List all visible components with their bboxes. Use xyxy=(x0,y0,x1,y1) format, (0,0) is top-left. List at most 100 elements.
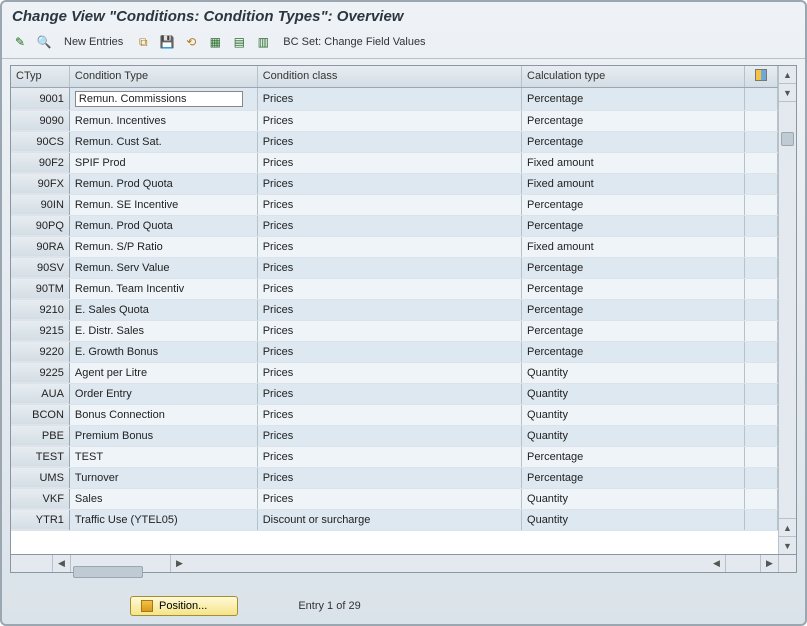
table-row[interactable]: 9210E. Sales QuotaPricesPercentage xyxy=(11,299,778,320)
cell-ctyp[interactable]: 90SV xyxy=(11,257,69,278)
cell-ctyp[interactable]: 9090 xyxy=(11,110,69,131)
table-row[interactable]: 90FXRemun. Prod QuotaPricesFixed amount xyxy=(11,173,778,194)
cell-cond-class[interactable]: Prices xyxy=(257,362,521,383)
cell-calc-type[interactable]: Quantity xyxy=(522,404,745,425)
cell-calc-type[interactable]: Percentage xyxy=(522,278,745,299)
select-block-icon[interactable]: ▤ xyxy=(229,32,249,52)
table-row[interactable]: YTR1Traffic Use (YTEL05)Discount or surc… xyxy=(11,509,778,530)
cell-ctyp[interactable]: VKF xyxy=(11,488,69,509)
cell-calc-type[interactable]: Percentage xyxy=(522,341,745,362)
table-row[interactable]: 90RARemun. S/P RatioPricesFixed amount xyxy=(11,236,778,257)
cell-calc-type[interactable]: Percentage xyxy=(522,131,745,152)
scroll-down-step-icon[interactable]: ▼ xyxy=(779,84,796,102)
table-row[interactable]: 90F2SPIF ProdPricesFixed amount xyxy=(11,152,778,173)
cell-cond-class[interactable]: Prices xyxy=(257,383,521,404)
hscroll-left-icon[interactable]: ◀ xyxy=(53,555,71,572)
cell-cond-class[interactable]: Prices xyxy=(257,87,521,110)
cell-cond-type[interactable]: Turnover xyxy=(69,467,257,488)
cell-cond-type[interactable]: Bonus Connection xyxy=(69,404,257,425)
table-row[interactable]: 90CSRemun. Cust Sat.PricesPercentage xyxy=(11,131,778,152)
cell-cond-type[interactable]: E. Distr. Sales xyxy=(69,320,257,341)
cell-cond-class[interactable]: Prices xyxy=(257,467,521,488)
table-row[interactable]: TESTTESTPricesPercentage xyxy=(11,446,778,467)
cell-calc-type[interactable]: Fixed amount xyxy=(522,173,745,194)
cell-cond-class[interactable]: Prices xyxy=(257,110,521,131)
table-row[interactable]: 90PQRemun. Prod QuotaPricesPercentage xyxy=(11,215,778,236)
hscroll2-left-icon[interactable]: ◀ xyxy=(708,555,726,572)
cell-calc-type[interactable]: Percentage xyxy=(522,446,745,467)
cell-cond-class[interactable]: Prices xyxy=(257,131,521,152)
cell-cond-type[interactable]: E. Growth Bonus xyxy=(69,341,257,362)
deselect-all-icon[interactable]: ▥ xyxy=(253,32,273,52)
scroll-thumb[interactable] xyxy=(781,132,794,146)
cell-ctyp[interactable]: TEST xyxy=(11,446,69,467)
cell-ctyp[interactable]: 90RA xyxy=(11,236,69,257)
cell-calc-type[interactable]: Fixed amount xyxy=(522,152,745,173)
cell-ctyp[interactable]: 9001 xyxy=(11,87,69,110)
scroll-down-icon[interactable]: ▼ xyxy=(779,536,796,554)
cell-cond-type[interactable]: Agent per Litre xyxy=(69,362,257,383)
hscroll-right-icon[interactable]: ▶ xyxy=(170,555,188,572)
table-row[interactable]: AUAOrder EntryPricesQuantity xyxy=(11,383,778,404)
cell-cond-type[interactable]: Traffic Use (YTEL05) xyxy=(69,509,257,530)
configure-columns-button[interactable] xyxy=(744,66,777,87)
cell-cond-class[interactable]: Prices xyxy=(257,278,521,299)
cell-ctyp[interactable]: 90FX xyxy=(11,173,69,194)
position-button[interactable]: Position... xyxy=(130,596,238,616)
cell-cond-type[interactable]: Order Entry xyxy=(69,383,257,404)
cell-ctyp[interactable]: 90TM xyxy=(11,278,69,299)
col-ctyp[interactable]: CTyp xyxy=(11,66,69,87)
table-row[interactable]: BCONBonus ConnectionPricesQuantity xyxy=(11,404,778,425)
cell-ctyp[interactable]: 90F2 xyxy=(11,152,69,173)
cell-cond-type[interactable]: SPIF Prod xyxy=(69,152,257,173)
cell-ctyp[interactable]: 90IN xyxy=(11,194,69,215)
cell-calc-type[interactable]: Percentage xyxy=(522,110,745,131)
cell-ctyp[interactable]: 9225 xyxy=(11,362,69,383)
cell-calc-type[interactable]: Percentage xyxy=(522,257,745,278)
cell-cond-class[interactable]: Prices xyxy=(257,320,521,341)
cell-cond-class[interactable]: Prices xyxy=(257,404,521,425)
col-cond-class[interactable]: Condition class xyxy=(257,66,521,87)
cell-calc-type[interactable]: Quantity xyxy=(522,362,745,383)
cell-calc-type[interactable]: Fixed amount xyxy=(522,236,745,257)
cell-ctyp[interactable]: 90CS xyxy=(11,131,69,152)
table-row[interactable]: 9001Remun. CommissionsPricesPercentage xyxy=(11,87,778,110)
table-row[interactable]: 9090Remun. IncentivesPricesPercentage xyxy=(11,110,778,131)
cell-cond-class[interactable]: Prices xyxy=(257,446,521,467)
cell-calc-type[interactable]: Percentage xyxy=(522,320,745,341)
cell-cond-type[interactable]: Premium Bonus xyxy=(69,425,257,446)
cell-cond-class[interactable]: Prices xyxy=(257,341,521,362)
table-row[interactable]: PBEPremium BonusPricesQuantity xyxy=(11,425,778,446)
cell-ctyp[interactable]: AUA xyxy=(11,383,69,404)
cell-ctyp[interactable]: 9220 xyxy=(11,341,69,362)
cell-cond-class[interactable]: Prices xyxy=(257,299,521,320)
scroll-up-icon[interactable]: ▲ xyxy=(779,66,796,84)
copy-icon[interactable]: ⧉ xyxy=(133,32,153,52)
undo-icon[interactable]: ⟲ xyxy=(181,32,201,52)
table-row[interactable]: 90INRemun. SE IncentivePricesPercentage xyxy=(11,194,778,215)
hscroll2-right-icon[interactable]: ▶ xyxy=(760,555,778,572)
table-row[interactable]: UMSTurnoverPricesPercentage xyxy=(11,467,778,488)
cell-ctyp[interactable]: 9210 xyxy=(11,299,69,320)
scroll-track[interactable] xyxy=(779,102,796,518)
cell-cond-type[interactable]: Remun. Serv Value xyxy=(69,257,257,278)
detail-icon[interactable]: 🔍 xyxy=(34,32,54,52)
cell-cond-class[interactable]: Prices xyxy=(257,215,521,236)
cell-calc-type[interactable]: Percentage xyxy=(522,215,745,236)
cell-calc-type[interactable]: Percentage xyxy=(522,194,745,215)
table-row[interactable]: 9215E. Distr. SalesPricesPercentage xyxy=(11,320,778,341)
table-row[interactable]: 90SVRemun. Serv ValuePricesPercentage xyxy=(11,257,778,278)
select-all-icon[interactable]: ▦ xyxy=(205,32,225,52)
cell-cond-type[interactable]: E. Sales Quota xyxy=(69,299,257,320)
other-view-icon[interactable]: ✎ xyxy=(10,32,30,52)
cell-calc-type[interactable]: Quantity xyxy=(522,488,745,509)
cell-cond-class[interactable]: Discount or surcharge xyxy=(257,509,521,530)
table-row[interactable]: 9220E. Growth BonusPricesPercentage xyxy=(11,341,778,362)
table-row[interactable]: 9225Agent per LitrePricesQuantity xyxy=(11,362,778,383)
cell-calc-type[interactable]: Quantity xyxy=(522,425,745,446)
cell-ctyp[interactable]: YTR1 xyxy=(11,509,69,530)
cell-calc-type[interactable]: Quantity xyxy=(522,383,745,404)
cell-calc-type[interactable]: Quantity xyxy=(522,509,745,530)
cell-cond-type[interactable]: Remun. Incentives xyxy=(69,110,257,131)
table-row[interactable]: 90TMRemun. Team IncentivPricesPercentage xyxy=(11,278,778,299)
